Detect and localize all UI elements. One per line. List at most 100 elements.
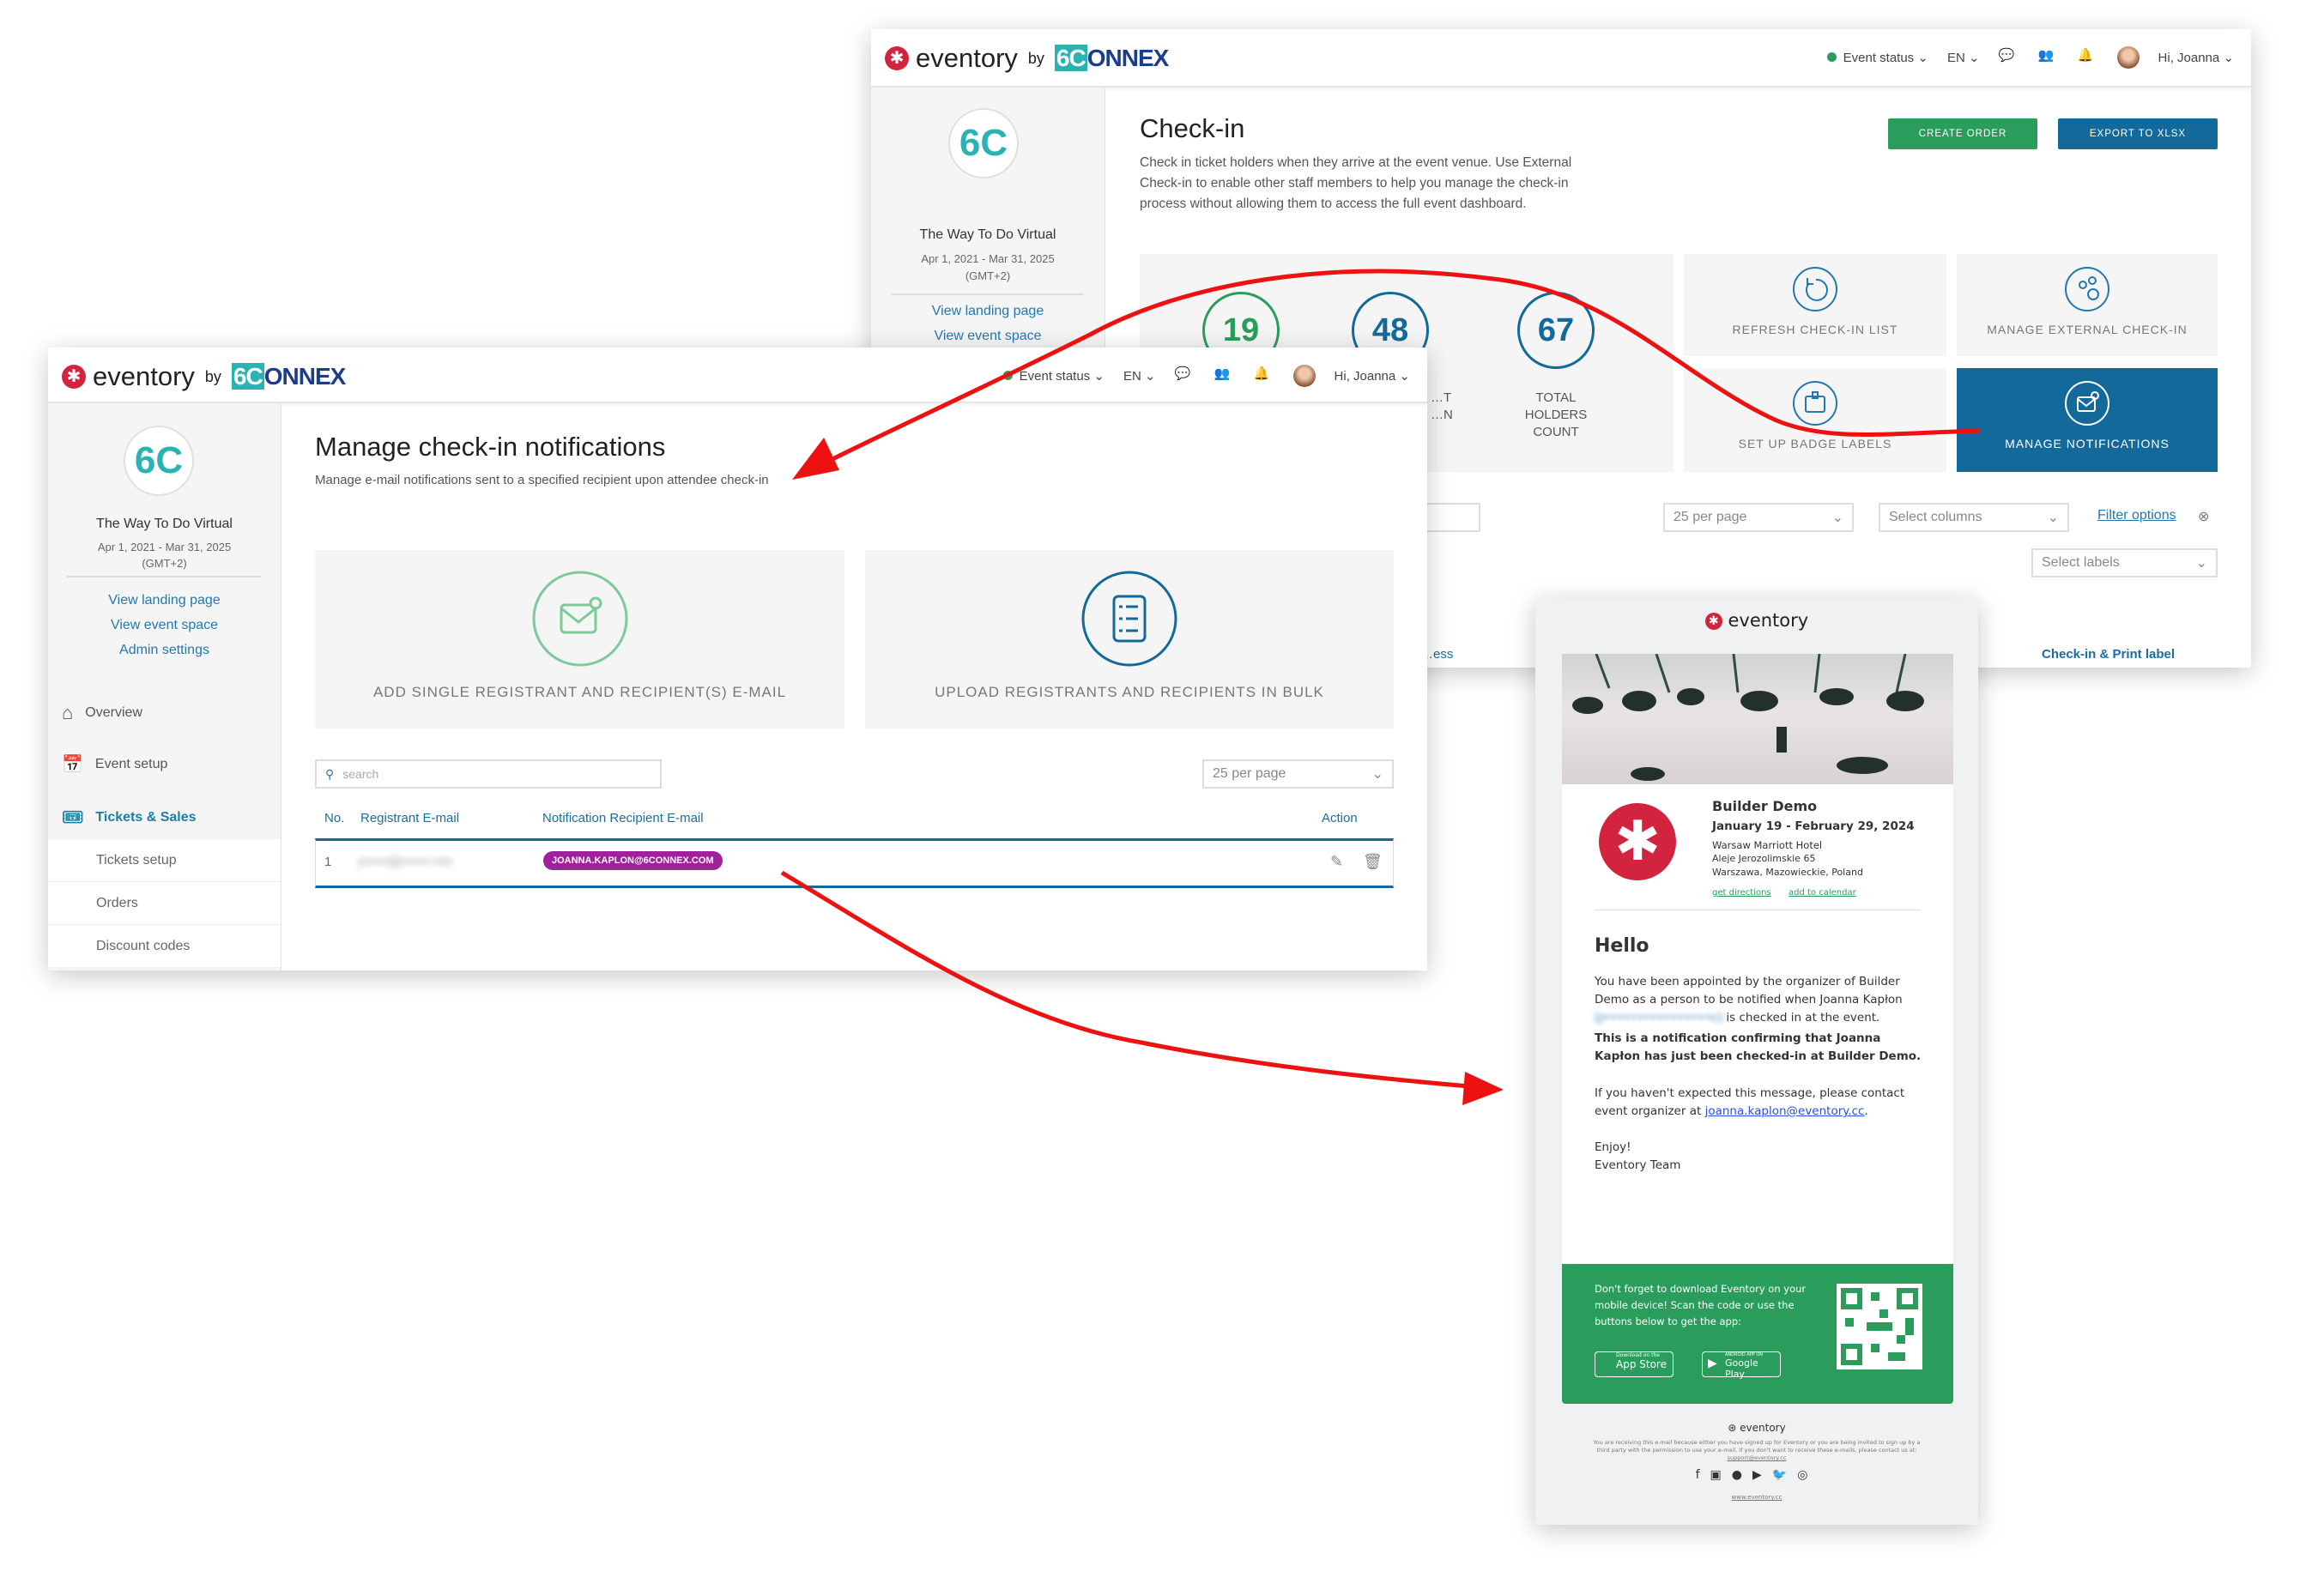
user-menu[interactable]: Hi, Joanna ⌄ [2158,50,2234,65]
app-store-button[interactable]: Download on the App Store [1595,1351,1674,1377]
city: Warszawa, Mazowieckie, Poland [1712,867,1863,878]
event-status-label: Event status [1019,369,1091,384]
get-directions-link[interactable]: get directions [1712,888,1771,898]
tile-label: MANAGE EXTERNAL CHECK-IN [1987,323,2188,336]
admin-settings-link[interactable]: Admin settings [48,643,281,658]
instagram-icon[interactable]: ◎ [1797,1468,1818,1482]
website-link[interactable]: www.eventory.cc [1535,1494,1978,1501]
avatar[interactable] [1292,365,1316,387]
user-menu[interactable]: Hi, Joanna ⌄ [1335,368,1410,384]
manage-notifications-tile[interactable]: MANAGE NOTIFICATIONS [1957,368,2218,472]
event-logo: 6C [124,426,194,496]
bell-icon[interactable]: 🔔 [2078,47,2098,68]
event-title: Builder Demo [1712,798,1818,814]
view-landing-page-link[interactable]: View landing page [871,304,1105,319]
logo-text: eventory [93,361,195,391]
clear-filter-icon[interactable]: ⊗ [2198,508,2209,525]
email-body: ✱ Builder Demo January 19 - February 29,… [1562,784,1953,1264]
sidebar-subitem-discount-codes[interactable]: Discount codes [48,925,281,968]
stat-total: 67 [1517,292,1595,369]
select-columns[interactable]: Select columns ⌄ [1879,503,2069,532]
per-page-select[interactable]: 25 per page ⌄ [1663,503,1854,532]
venue: Warsaw Marriott Hotel [1712,839,1823,851]
eventory-star-icon: ✱ [1704,613,1722,630]
avatar[interactable] [2116,46,2140,69]
organizer-email-link[interactable]: joanna.kaplon@eventory.cc [1705,1104,1865,1118]
home-icon: ⌂ [62,702,74,723]
add-single-registrant-card[interactable]: ADD SINGLE REGISTRANT AND RECIPIENT(S) E… [315,550,844,728]
partner-logo: 6CONNEX [231,363,346,390]
linkedin-icon[interactable]: ▣ [1710,1468,1732,1482]
top-header: ✱ eventory by 6CONNEX Event status ⌄ EN ⌄ 💬… [871,29,2251,88]
users-icon[interactable]: 👥 [2038,47,2059,68]
language-dropdown[interactable]: EN ⌄ [1947,50,1980,65]
footer-text: You are receiving this e-mail because ei… [1587,1439,1927,1462]
sidebar-subitem-orders[interactable]: Orders [48,882,281,925]
paragraph-confirmation: This is a notification confirming that J… [1595,1031,1922,1063]
filter-options-link[interactable]: Filter options [2097,508,2176,523]
search-input[interactable]: ⚲ search [315,759,662,789]
edit-icon[interactable]: ✎ [1330,853,1343,871]
p1-text: You have been appointed by the organizer… [1595,975,1903,1007]
refresh-checkin-tile[interactable]: REFRESH CHECK-IN LIST [1684,254,1946,356]
twitter-icon[interactable]: 🐦 [1772,1468,1797,1482]
column-header-registrant: Registrant E-mail [360,811,460,825]
spotify-icon[interactable]: ● [1732,1468,1752,1482]
page-title: Manage check-in notifications [315,432,666,462]
event-banner-image [1562,654,1953,784]
event-name: The Way To Do Virtual [919,227,1056,242]
search-input-partial[interactable] [1420,503,1480,532]
create-order-button[interactable]: CREATE ORDER [1888,118,2037,149]
chat-icon[interactable]: 💬 [1999,47,2019,68]
language-dropdown[interactable]: EN ⌄ [1123,368,1156,384]
logo-by: by [1027,49,1044,67]
view-landing-page-link[interactable]: View landing page [48,593,281,608]
chevron-down-icon: ⌄ [1831,511,1843,525]
stat-not-checked-in-label: …T …N [1431,390,1453,422]
facebook-icon[interactable]: f [1696,1468,1710,1482]
logo-text: eventory [916,43,1018,73]
app-store-label: App Store [1616,1358,1667,1370]
top-header: ✱ eventory by 6CONNEX Event status ⌄ EN ⌄ 💬… [48,348,1427,403]
email-logo-text: eventory [1728,610,1809,631]
delete-icon[interactable]: 🗑 [1363,853,1383,871]
manage-external-checkin-tile[interactable]: MANAGE EXTERNAL CHECK-IN [1957,254,2218,356]
google-play-button[interactable]: ▶ ANDROID APP ON Google Play [1702,1351,1781,1380]
add-to-calendar-link[interactable]: add to calendar [1789,888,1856,898]
view-event-space-link[interactable]: View event space [48,618,281,633]
column-header-recipient: Notification Recipient E-mail [542,811,704,825]
per-page-select[interactable]: 25 per page ⌄ [1202,759,1394,789]
users-check-icon [2065,267,2109,311]
youtube-icon[interactable]: ▶ [1752,1468,1772,1482]
badge-labels-tile[interactable]: SET UP BADGE LABELS [1684,368,1946,472]
upload-bulk-card[interactable]: UPLOAD REGISTRANTS AND RECIPIENTS IN BUL… [865,550,1394,728]
view-event-space-link[interactable]: View event space [871,329,1105,344]
paragraph-appointed: You have been appointed by the organizer… [1595,973,1929,1027]
event-status-dropdown[interactable]: Event status ⌄ [1002,368,1105,384]
sidebar-item-event-setup[interactable]: 📅 Event setup [48,753,281,775]
sidebar-item-tickets-sales[interactable]: 🎟 Tickets & Sales [48,807,281,828]
social-icons: f▣●▶🐦◎ [1535,1468,1978,1482]
sidebar-subitem-tickets-setup[interactable]: Tickets setup [48,839,281,882]
select-columns-value: Select columns [1889,510,1982,524]
support-email-link[interactable]: support@eventory.cc [1728,1454,1787,1461]
card-label: ADD SINGLE REGISTRANT AND RECIPIENT(S) E… [372,684,787,700]
per-page-value: 25 per page [1213,766,1286,781]
event-status-dropdown[interactable]: Event status ⌄ [1826,50,1928,65]
bell-icon[interactable]: 🔔 [1254,366,1274,386]
stat-total-label: TOTAL HOLDERS COUNT [1524,390,1588,439]
divider [67,576,262,577]
users-icon[interactable]: 👥 [1214,366,1235,386]
event-name: The Way To Do Virtual [96,517,233,531]
footer-text-body: You are receiving this e-mail because ei… [1593,1439,1921,1454]
chat-icon[interactable]: 💬 [1175,366,1195,386]
column-header-no: No. [324,811,345,825]
sidebar-item-overview[interactable]: ⌂ Overview [48,702,281,724]
p1-end: is checked in at the event. [1726,1011,1880,1025]
event-logo: 6C [948,108,1019,178]
export-xlsx-button[interactable]: EXPORT TO XLSX [2058,118,2218,149]
select-labels[interactable]: Select labels ⌄ [2031,548,2218,577]
mail-add-icon [532,571,627,667]
page-description: Manage e-mail notifications sent to a sp… [315,473,769,487]
select-labels-value: Select labels [2042,555,2120,570]
